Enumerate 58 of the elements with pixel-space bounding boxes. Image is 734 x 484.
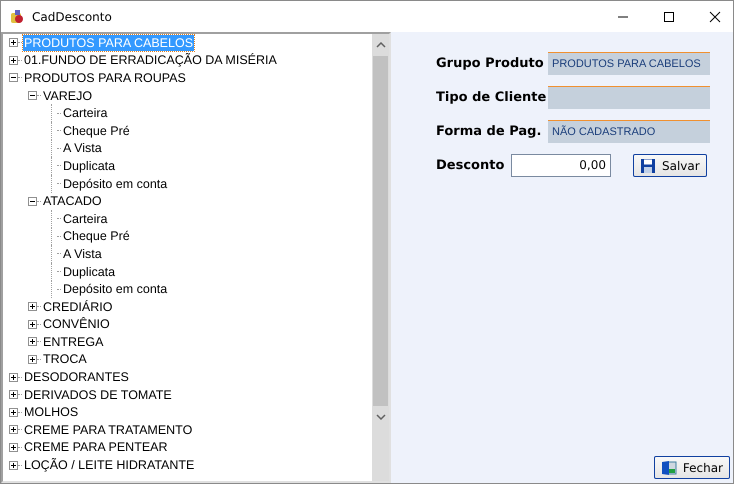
- collapse-icon[interactable]: [9, 73, 18, 82]
- expand-icon[interactable]: [9, 442, 18, 452]
- app-icon: [9, 8, 25, 24]
- scroll-down-icon[interactable]: [376, 414, 386, 420]
- field-label: Desconto: [436, 158, 506, 173]
- tree-item[interactable]: Duplicata: [62, 264, 116, 280]
- tree-item[interactable]: PRODUTOS PARA ROUPAS: [23, 70, 187, 86]
- read-only-field[interactable]: [548, 86, 710, 109]
- expand-icon[interactable]: [28, 320, 37, 329]
- tree-item[interactable]: Cheque Pré: [62, 228, 131, 244]
- expand-icon[interactable]: [9, 460, 18, 470]
- tree-item[interactable]: CREME PARA PENTEAR: [23, 439, 169, 456]
- maximize-icon[interactable]: [663, 10, 675, 22]
- tree-item[interactable]: Duplicata: [62, 158, 116, 174]
- door-icon: [660, 460, 677, 476]
- tree-item[interactable]: DESODORANTES: [23, 369, 130, 386]
- tree-item[interactable]: MOLHOS: [23, 404, 80, 420]
- window-title: CadDesconto: [32, 10, 113, 24]
- expand-icon[interactable]: [9, 425, 18, 434]
- scrollbar[interactable]: [372, 34, 389, 481]
- tree-item[interactable]: CREME PARA TRATAMENTO: [23, 422, 194, 438]
- read-only-field[interactable]: NÃO CADASTRADO: [548, 120, 710, 143]
- tree-item[interactable]: Cheque Pré: [62, 122, 131, 139]
- tree-item[interactable]: CREDIÁRIO: [42, 298, 114, 315]
- tree-item[interactable]: ATACADO: [42, 193, 103, 210]
- tree-item[interactable]: CONVÊNIO: [42, 316, 111, 332]
- tree-item[interactable]: Carteira: [62, 210, 108, 227]
- tree-item[interactable]: 01.FUNDO DE ERRADICAÇÃO DA MISÉRIA: [23, 52, 278, 68]
- tree-item[interactable]: A Vista: [62, 140, 103, 156]
- save-button[interactable]: Salvar: [633, 154, 707, 177]
- expand-icon[interactable]: [9, 38, 18, 48]
- field-label: Grupo Produto: [436, 56, 545, 71]
- tree-item[interactable]: A Vista: [62, 246, 103, 262]
- field-label: Tipo de Cliente: [436, 90, 548, 105]
- expand-icon[interactable]: [28, 337, 37, 346]
- close-icon[interactable]: [709, 10, 721, 22]
- expand-icon[interactable]: [9, 408, 18, 417]
- collapse-icon[interactable]: [28, 91, 37, 100]
- tree-item[interactable]: ENTREGA: [42, 334, 104, 350]
- expand-icon[interactable]: [9, 390, 18, 400]
- field-label: Forma de Pag.: [436, 124, 542, 139]
- close-button[interactable]: Fechar: [654, 456, 730, 479]
- tree-item[interactable]: LOÇÃO / LEITE HIDRATANTE: [23, 457, 196, 474]
- tree-item[interactable]: Depósito em conta: [62, 176, 168, 192]
- tree-item[interactable]: DERIVADOS DE TOMATE: [23, 386, 173, 403]
- expand-icon[interactable]: [9, 372, 18, 382]
- expand-icon[interactable]: [28, 354, 37, 364]
- tree-item[interactable]: Carteira: [62, 105, 108, 122]
- expand-icon[interactable]: [28, 302, 37, 312]
- scroll-up-icon[interactable]: [376, 42, 386, 48]
- tree-item[interactable]: VAREJO: [42, 88, 94, 104]
- collapse-icon[interactable]: [28, 196, 37, 206]
- tree-item[interactable]: TROCA: [42, 351, 88, 368]
- scroll-thumb[interactable]: [373, 56, 388, 406]
- expand-icon[interactable]: [9, 56, 18, 65]
- discount-field[interactable]: 0,00: [511, 154, 611, 177]
- tree-item[interactable]: Depósito em conta: [62, 281, 168, 298]
- read-only-field[interactable]: PRODUTOS PARA CABELOS: [548, 52, 710, 75]
